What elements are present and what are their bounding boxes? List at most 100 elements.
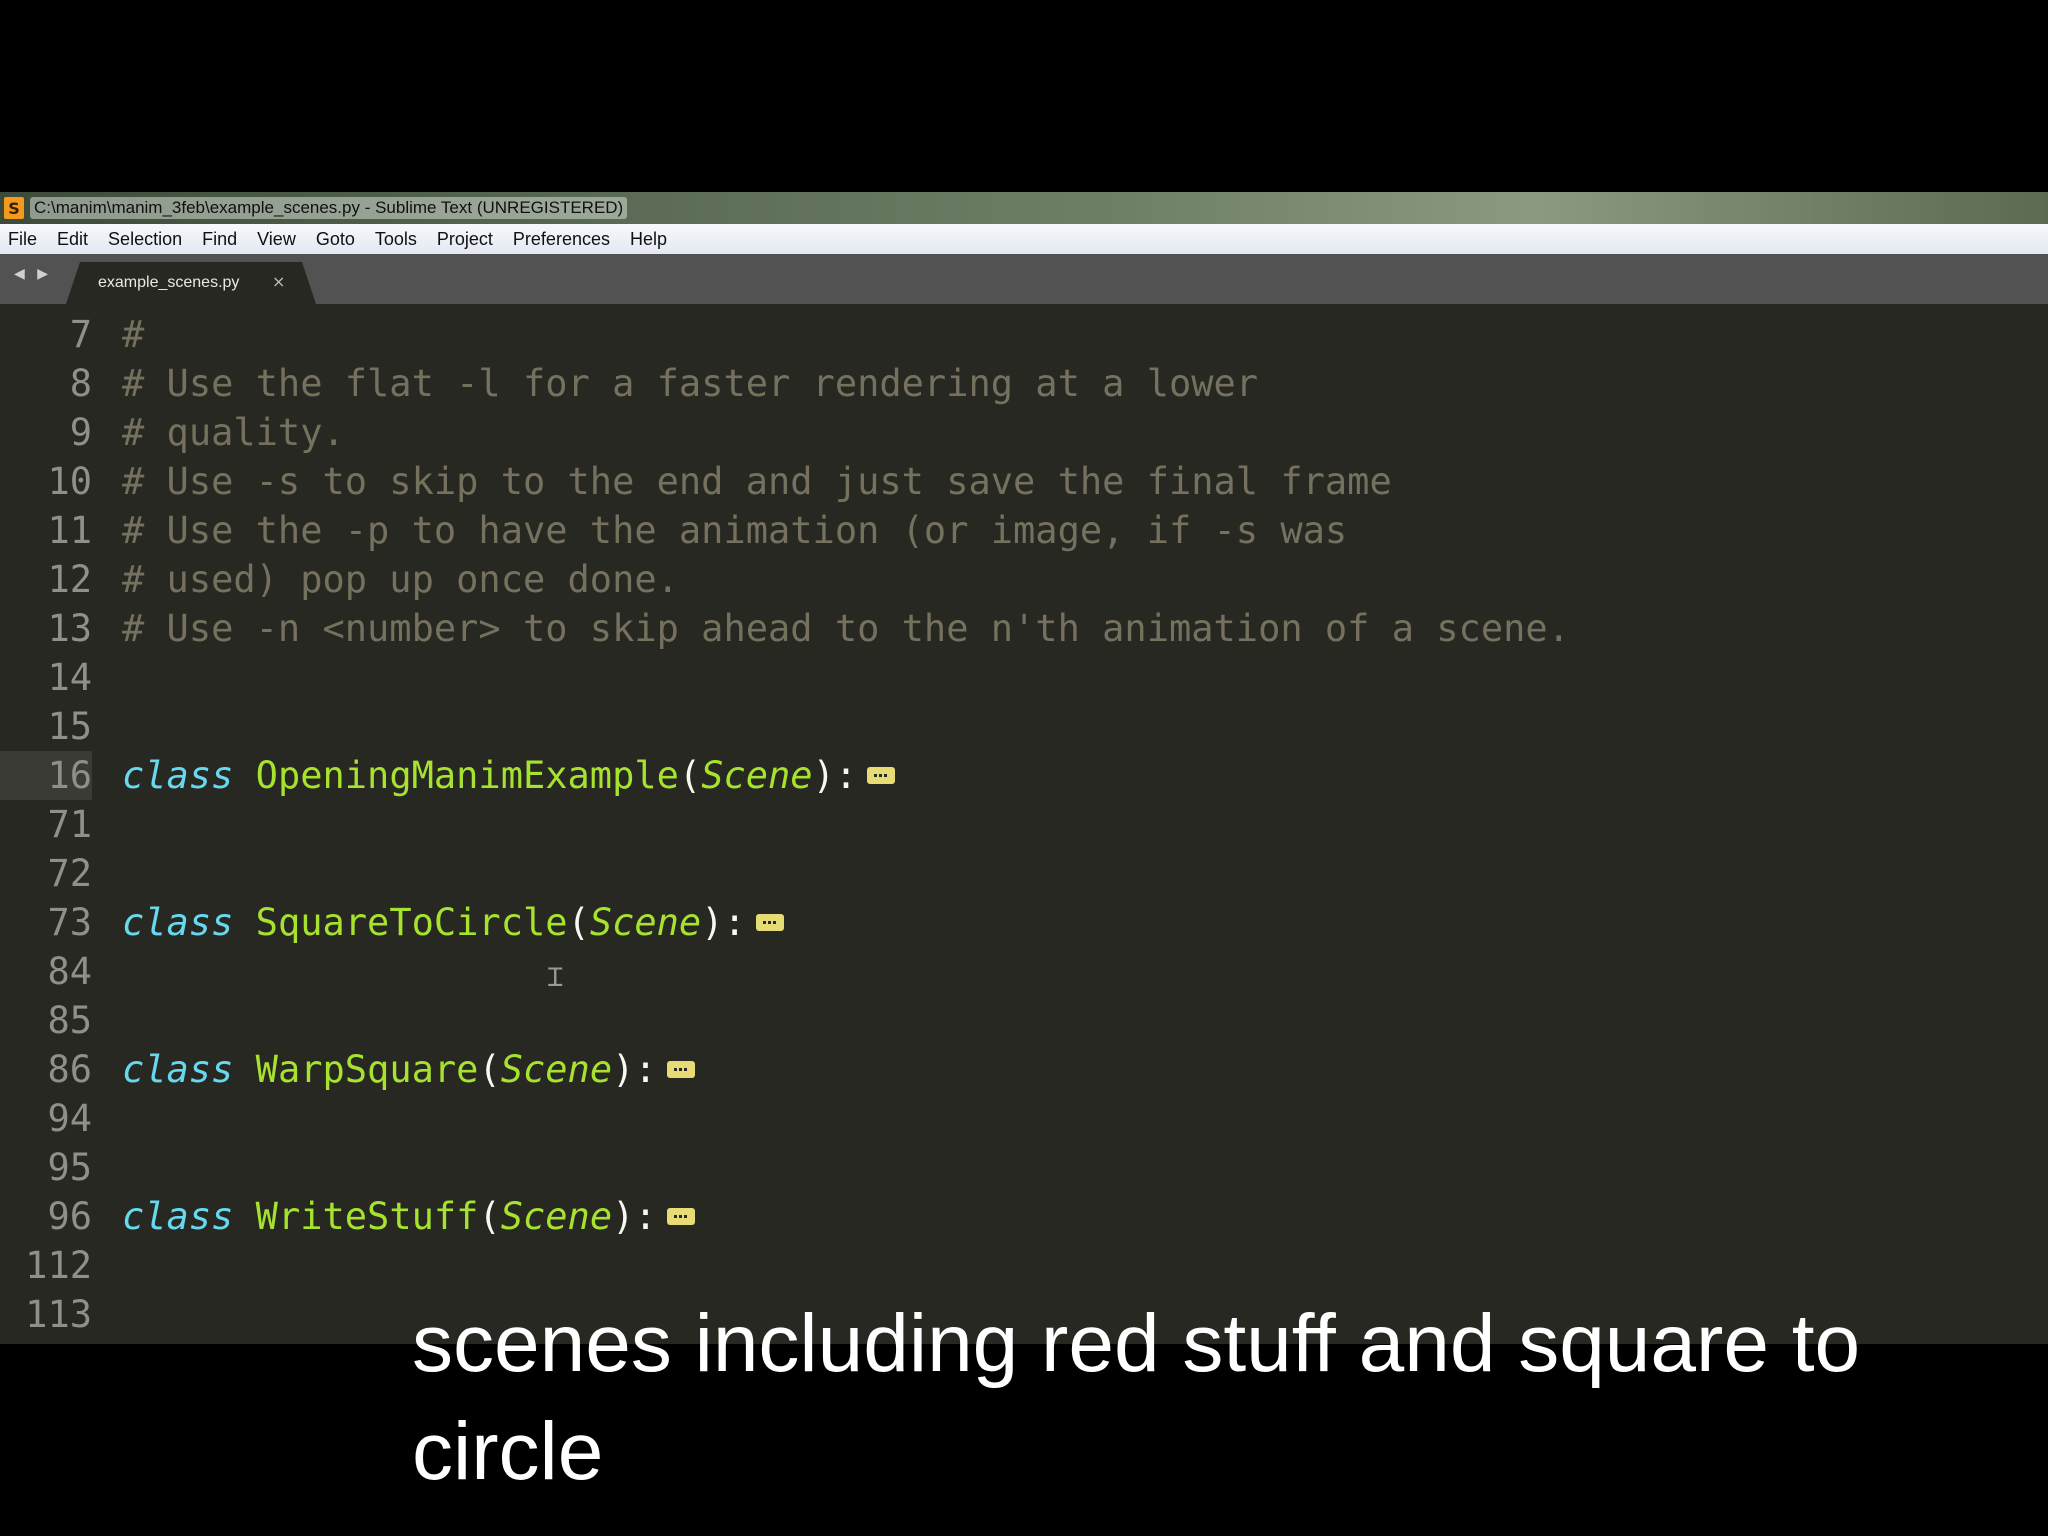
line-number: 7 xyxy=(69,313,92,356)
class-name: WriteStuff xyxy=(255,1195,479,1238)
menu-edit[interactable]: Edit xyxy=(47,229,98,250)
line-number: 12 xyxy=(47,558,92,601)
code-line[interactable]: 12 # used) pop up once done. xyxy=(0,555,2048,604)
code-line[interactable]: 72 xyxy=(0,849,2048,898)
code-line[interactable]: 8 # Use the flat -l for a faster renderin… xyxy=(0,359,2048,408)
code-line[interactable]: 15 xyxy=(0,702,2048,751)
code-comment: # Use -n <number> to skip ahead to the n… xyxy=(122,607,1570,650)
code-comment: # quality. xyxy=(122,411,345,454)
code-line[interactable]: 9 # quality. xyxy=(0,408,2048,457)
code-text: class OpeningManimExample(Scene): xyxy=(122,751,896,800)
line-number: 16 xyxy=(0,751,92,800)
line-number: 11 xyxy=(47,509,92,552)
menu-project[interactable]: Project xyxy=(427,229,503,250)
menu-find[interactable]: Find xyxy=(192,229,247,250)
close-icon[interactable]: × xyxy=(272,272,285,291)
code-line[interactable]: 86 class WarpSquare(Scene): xyxy=(0,1045,2048,1094)
line-number: 112 xyxy=(25,1244,92,1287)
base-class: Scene xyxy=(701,754,813,797)
code-comment: # Use the flat -l for a faster rendering… xyxy=(122,362,1259,405)
class-keyword: class xyxy=(122,1195,234,1238)
class-name: SquareToCircle xyxy=(255,901,568,944)
code-line[interactable]: 73 class SquareToCircle(Scene): xyxy=(0,898,2048,947)
code-line[interactable]: 112 xyxy=(0,1241,2048,1290)
line-number: 94 xyxy=(47,1097,92,1140)
code-line[interactable]: 96 class WriteStuff(Scene): xyxy=(0,1192,2048,1241)
code-comment: # Use the -p to have the animation (or i… xyxy=(122,509,1348,552)
code-comment: # Use -s to skip to the end and just sav… xyxy=(122,460,1392,503)
line-number: 86 xyxy=(47,1048,92,1091)
line-number: 95 xyxy=(47,1146,92,1189)
open-paren: ( xyxy=(478,1048,501,1091)
menu-file[interactable]: File xyxy=(0,229,47,250)
close-paren: ): xyxy=(812,754,858,797)
line-number: 8 xyxy=(69,362,92,405)
code-editor[interactable]: 7 #8 # Use the flat -l for a faster render… xyxy=(0,304,2048,1344)
code-text: # Use the -p to have the animation (or i… xyxy=(122,506,1347,555)
line-number: 15 xyxy=(47,705,92,748)
line-number: 72 xyxy=(47,852,92,895)
close-paren: ): xyxy=(612,1195,657,1238)
code-line[interactable]: 14 xyxy=(0,653,2048,702)
base-class: Scene xyxy=(500,1048,613,1091)
tab-bar: ◀ ▶ example_scenes.py × xyxy=(0,254,2048,304)
menu-tools[interactable]: Tools xyxy=(365,229,427,250)
tab-example-scenes[interactable]: example_scenes.py × xyxy=(66,262,316,304)
code-line[interactable]: 85 xyxy=(0,996,2048,1045)
line-number: 10 xyxy=(47,460,92,503)
ellipsis-icon[interactable] xyxy=(666,1208,695,1225)
menu-help[interactable]: Help xyxy=(620,229,677,250)
code-comment: # used) pop up once done. xyxy=(122,558,679,601)
line-number: 85 xyxy=(47,999,92,1042)
class-name: OpeningManimExample xyxy=(255,754,679,797)
line-number: 113 xyxy=(25,1293,92,1336)
code-line[interactable]: 84 xyxy=(0,947,2048,996)
ellipsis-icon[interactable] xyxy=(867,767,896,784)
code-text: # Use -s to skip to the end and just sav… xyxy=(122,457,1392,506)
window-title-bar: S C:\manim\manim_3feb\example_scenes.py … xyxy=(0,192,2048,224)
base-class: Scene xyxy=(589,901,702,944)
code-text: # used) pop up once done. xyxy=(122,555,679,604)
code-line[interactable]: 95 xyxy=(0,1143,2048,1192)
line-number: 73 xyxy=(47,901,92,944)
code-line[interactable]: 71 xyxy=(0,800,2048,849)
code-line[interactable]: 11 # Use the -p to have the animation (or… xyxy=(0,506,2048,555)
code-line[interactable]: 10 # Use -s to skip to the end and just s… xyxy=(0,457,2048,506)
menu-preferences[interactable]: Preferences xyxy=(503,229,620,250)
menu-view[interactable]: View xyxy=(247,229,306,250)
screen: S C:\manim\manim_3feb\example_scenes.py … xyxy=(0,0,2048,1536)
class-name: WarpSquare xyxy=(255,1048,479,1091)
menu-selection[interactable]: Selection xyxy=(98,229,192,250)
line-number: 71 xyxy=(47,803,92,846)
sublime-text-icon: S xyxy=(4,197,24,219)
line-number: 13 xyxy=(47,607,92,650)
line-number: 84 xyxy=(47,950,92,993)
open-paren: ( xyxy=(567,901,590,944)
line-number: 96 xyxy=(47,1195,92,1238)
code-line[interactable]: 7 # xyxy=(0,310,2048,359)
menu-bar: File Edit Selection Find View Goto Tools… xyxy=(0,224,2048,254)
class-keyword: class xyxy=(122,754,234,797)
window-title: C:\manim\manim_3feb\example_scenes.py - … xyxy=(30,197,628,219)
tab-nav-arrows-icon[interactable]: ◀ ▶ xyxy=(14,266,52,282)
open-paren: ( xyxy=(678,754,702,797)
code-comment: # xyxy=(122,313,145,356)
ellipsis-icon[interactable] xyxy=(666,1061,695,1078)
line-number: 9 xyxy=(69,411,92,454)
menu-goto[interactable]: Goto xyxy=(306,229,365,250)
class-keyword: class xyxy=(122,901,234,944)
base-class: Scene xyxy=(500,1195,613,1238)
code-line[interactable]: 13 # Use -n <number> to skip ahead to the… xyxy=(0,604,2048,653)
video-caption: scenes including red stuff and square to… xyxy=(412,1298,1861,1497)
class-keyword: class xyxy=(122,1048,234,1091)
code-text: class WriteStuff(Scene): xyxy=(122,1192,695,1241)
line-number: 14 xyxy=(47,656,92,699)
code-line[interactable]: 16 class OpeningManimExample(Scene): xyxy=(0,751,2048,800)
code-text: # quality. xyxy=(122,408,345,457)
ellipsis-icon[interactable] xyxy=(755,914,784,931)
code-text: # Use -n <number> to skip ahead to the n… xyxy=(122,604,1570,653)
code-line[interactable]: 94 xyxy=(0,1094,2048,1143)
